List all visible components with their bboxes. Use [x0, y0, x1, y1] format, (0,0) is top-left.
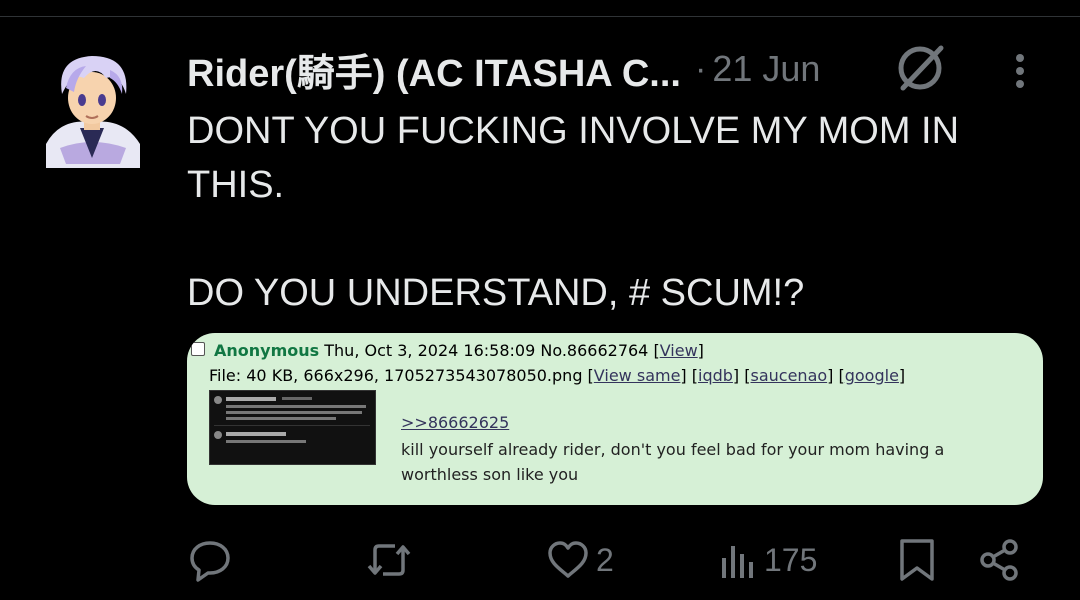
- like-icon: [548, 541, 588, 578]
- view-same-link: View same: [593, 366, 681, 385]
- post-checkbox: [191, 342, 205, 356]
- reply-button[interactable]: [188, 530, 238, 590]
- post-thumbnail: [209, 390, 376, 465]
- author-name[interactable]: Rider(騎手) (AC ITASHA C...: [187, 42, 681, 97]
- share-button[interactable]: [978, 530, 1022, 590]
- quote-link: >>86662625: [401, 413, 510, 432]
- view-link: View: [659, 341, 698, 360]
- action-bar: 2 175: [0, 530, 1080, 590]
- like-button[interactable]: 2: [546, 530, 614, 590]
- separator-dot: ·: [694, 49, 707, 88]
- bookmark-button[interactable]: [896, 530, 938, 590]
- share-icon: [980, 539, 1018, 581]
- google-link: google: [844, 366, 899, 385]
- file-info: File: 40 KB, 666x296, 1705273543078050.p…: [209, 366, 583, 385]
- view-link-bracket-close: ]: [697, 341, 704, 360]
- saucenao-link: saucenao: [750, 366, 828, 385]
- more-icon[interactable]: [1006, 50, 1034, 94]
- grok-icon[interactable]: [893, 40, 947, 94]
- views-button[interactable]: 175: [718, 530, 817, 590]
- post-datetime: Thu, Oct 3, 2024 16:58:09: [324, 341, 536, 360]
- like-count: 2: [596, 541, 614, 578]
- post-header: Anonymous Thu, Oct 3, 2024 16:58:09 No.8…: [214, 341, 704, 360]
- tweet-text: DONT YOU FUCKING INVOLVE MY MOM IN THIS.…: [187, 110, 960, 314]
- post-number: No.86662764: [540, 341, 649, 360]
- reply-icon: [190, 541, 230, 582]
- bookmark-icon: [900, 539, 934, 581]
- views-count: 175: [764, 541, 818, 578]
- repost-button[interactable]: [365, 530, 419, 590]
- tweet-header: Rider(騎手) (AC ITASHA C... · 21 Jun: [187, 42, 820, 97]
- avatar-image: [46, 56, 140, 168]
- file-info-line: File: 40 KB, 666x296, 1705273543078050.p…: [209, 366, 906, 385]
- views-icon: [722, 546, 753, 578]
- repost-icon: [367, 544, 411, 576]
- reply-text: kill yourself already rider, don't you f…: [401, 440, 945, 484]
- iqdb-link: iqdb: [698, 366, 733, 385]
- embedded-image[interactable]: Anonymous Thu, Oct 3, 2024 16:58:09 No.8…: [187, 333, 1043, 505]
- divider: [0, 16, 1080, 17]
- poster-name: Anonymous: [214, 341, 320, 360]
- tweet-date[interactable]: 21 Jun: [712, 48, 820, 90]
- avatar[interactable]: [40, 48, 144, 168]
